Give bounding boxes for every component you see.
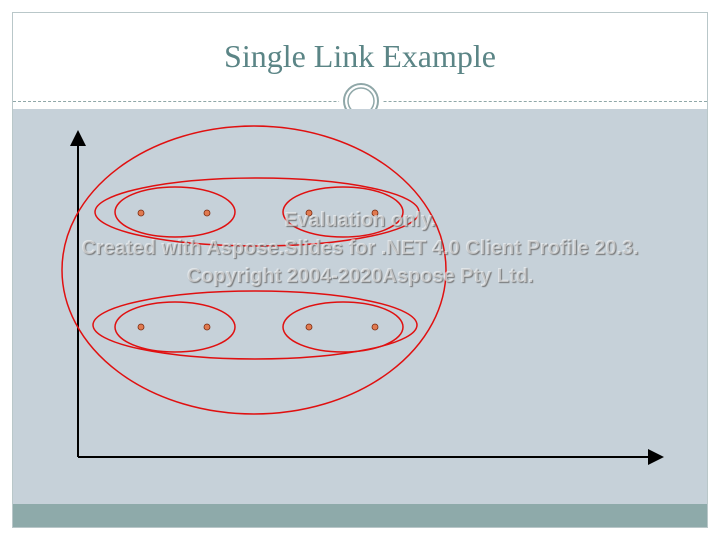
data-point [305, 209, 313, 217]
cluster-top-left-pair [114, 186, 236, 238]
data-point [203, 209, 211, 217]
single-link-diagram [61, 125, 664, 465]
cluster-top-right-pair [282, 186, 404, 238]
data-point [137, 209, 145, 217]
cluster-bottom-right-pair [282, 301, 404, 353]
data-point [137, 323, 145, 331]
data-point [305, 323, 313, 331]
data-point [371, 209, 379, 217]
cluster-bottom-left-pair [114, 301, 236, 353]
cluster-all-points [61, 125, 447, 415]
data-point [371, 323, 379, 331]
data-point [203, 323, 211, 331]
